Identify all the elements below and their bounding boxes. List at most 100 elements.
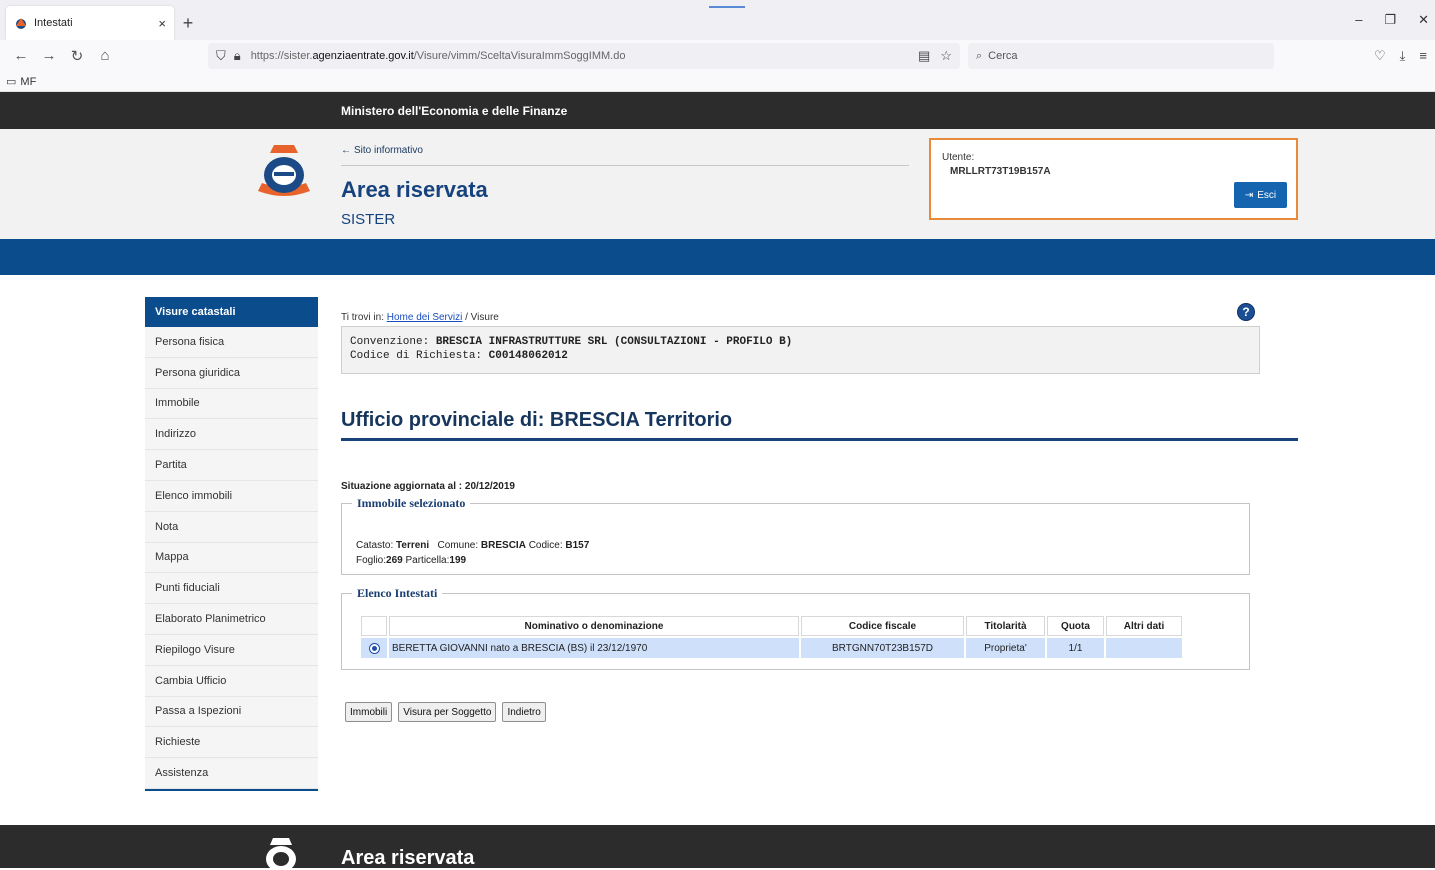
codice-richiesta-label: Codice di Richiesta: <box>350 350 483 362</box>
sidebar-item-passa-a-ispezioni[interactable]: Passa a Ispezioni <box>145 696 318 728</box>
immobile-legend: Immobile selezionato <box>352 496 471 511</box>
foglio-line: Foglio:269 Particella:199 <box>356 555 467 566</box>
url-domain: agenziaentrate.gov.it <box>312 50 414 62</box>
area-subtitle: SISTER <box>341 211 396 228</box>
site-footer: Area riservata <box>0 825 1435 869</box>
row-radio-button[interactable] <box>368 642 380 654</box>
column-header-altri-dati: Altri dati <box>1106 616 1182 636</box>
sidebar-item-partita[interactable]: Partita <box>145 450 318 481</box>
tab-close-icon[interactable]: × <box>158 16 166 31</box>
user-box: Utente: MRLLRT73T19B157A ⇥ Esci <box>929 138 1298 220</box>
sidebar-item-persona-giuridica[interactable]: Persona giuridica <box>145 357 318 389</box>
title-underline <box>341 438 1298 441</box>
url-bar[interactable]: ⛉ 🔒︎ https://sister. agenziaentrate.gov.i… <box>208 43 960 69</box>
blue-band <box>0 239 1435 275</box>
search-icon: ⌕ <box>976 49 983 62</box>
sidebar-item-assistenza[interactable]: Assistenza <box>145 758 318 789</box>
menu-icon[interactable]: ≡ <box>1419 48 1427 64</box>
agenzia-logo-icon <box>258 145 310 196</box>
site-header: ← Sito informativo Area riservata SISTER … <box>0 129 1435 239</box>
back-arrow-icon[interactable]: ← <box>8 47 34 65</box>
sidebar-item-indirizzo[interactable]: Indirizzo <box>145 419 318 451</box>
main-area: Visure catastali Persona fisica Persona … <box>0 275 1435 820</box>
folder-icon: ▭ <box>6 76 17 88</box>
immobile-selezionato-fieldset: Immobile selezionato Catasto: Terreni Co… <box>341 496 1250 575</box>
tab-title: Intestati <box>34 17 73 29</box>
sidebar-item-punti-fiduciali[interactable]: Punti fiduciali <box>145 573 318 605</box>
sidebar-item-richieste[interactable]: Richieste <box>145 727 318 759</box>
sidebar-item-immobile[interactable]: Immobile <box>145 388 318 420</box>
elenco-intestati-fieldset: Elenco Intestati Nominativo o denominazi… <box>341 586 1250 670</box>
visura-per-soggetto-button[interactable]: Visura per Soggetto <box>398 702 497 722</box>
logout-label: Esci <box>1257 189 1277 201</box>
search-bar[interactable]: ⌕ Cerca <box>968 43 1274 69</box>
situazione-text: Situazione aggiornata al : 20/12/2019 <box>341 481 515 492</box>
immobili-button[interactable]: Immobili <box>345 702 393 722</box>
column-header-codice-fiscale: Codice fiscale <box>801 616 964 636</box>
user-label: Utente: <box>942 152 975 163</box>
table-row[interactable]: BERETTA GIOVANNI nato a BRESCIA (BS) il … <box>361 638 1182 658</box>
catasto-line: Catasto: Terreni Comune: BRESCIA Codice:… <box>356 540 590 551</box>
column-header-nominativo: Nominativo o denominazione <box>389 616 799 636</box>
cell-altri-dati <box>1106 638 1182 658</box>
row-select-cell[interactable] <box>361 638 387 658</box>
cell-codice-fiscale: BRTGNN70T23B157D <box>801 638 964 658</box>
sidebar-item-elaborato-planimetrico[interactable]: Elaborato Planimetrico <box>145 604 318 635</box>
convenzione-value: BRESCIA INFRASTRUTTURE SRL (CONSULTAZION… <box>435 336 793 348</box>
browser-navbar: ← → ↻ ⌂ ⛉ 🔒︎ https://sister. agenziaentra… <box>0 40 1435 72</box>
codice-richiesta-value: C00148062012 <box>488 350 568 362</box>
window-controls: – ❐ ✕ <box>1355 12 1429 28</box>
sito-informativo-link[interactable]: ← Sito informativo <box>341 145 423 156</box>
breadcrumb-home-link[interactable]: Home dei Servizi <box>387 312 463 323</box>
lock-icon[interactable]: 🔒︎ <box>234 48 241 64</box>
intestati-table: Nominativo o denominazione Codice fiscal… <box>359 614 1184 660</box>
reload-icon[interactable]: ↻ <box>64 47 90 65</box>
breadcrumb-current: / Visure <box>465 312 499 323</box>
ministry-bar: Ministero dell'Economia e delle Finanze <box>0 92 1435 129</box>
restore-icon[interactable]: ❐ <box>1384 12 1396 28</box>
pocket-icon[interactable]: ♡ <box>1374 48 1386 64</box>
area-title: Area riservata <box>341 177 488 202</box>
forward-arrow-icon[interactable]: → <box>36 47 62 65</box>
table-header-row: Nominativo o denominazione Codice fiscal… <box>361 616 1182 636</box>
breadcrumb: Ti trovi in: Home dei Servizi / Visure <box>341 312 499 323</box>
footer-title: Area riservata <box>341 847 475 869</box>
logout-icon: ⇥ <box>1244 189 1254 201</box>
help-icon[interactable]: ? <box>1237 303 1255 321</box>
sidebar-header[interactable]: Visure catastali <box>145 297 318 327</box>
indietro-button[interactable]: Indietro <box>502 702 546 722</box>
intestati-legend: Elenco Intestati <box>352 586 443 601</box>
tab-indicator <box>709 6 745 8</box>
sidebar-item-nota[interactable]: Nota <box>145 511 318 543</box>
page-title: Ufficio provinciale di: BRESCIA Territor… <box>341 409 733 431</box>
home-icon[interactable]: ⌂ <box>92 47 118 65</box>
new-tab-button[interactable]: + <box>174 6 202 40</box>
bookmark-folder-mf[interactable]: MF <box>20 76 36 88</box>
search-placeholder: Cerca <box>988 50 1018 62</box>
sidebar-item-elenco-immobili[interactable]: Elenco immobili <box>145 480 318 512</box>
cell-titolarita: Proprieta' <box>966 638 1045 658</box>
sidebar-item-cambia-ufficio[interactable]: Cambia Ufficio <box>145 665 318 697</box>
close-window-icon[interactable]: ✕ <box>1418 12 1429 28</box>
bookmark-star-icon[interactable]: ☆ <box>940 48 952 64</box>
sidebar-item-mappa[interactable]: Mappa <box>145 542 318 574</box>
sidebar-item-persona-fisica[interactable]: Persona fisica <box>145 327 318 358</box>
shield-icon[interactable]: ⛉ <box>216 48 226 64</box>
codice-value: B157 <box>565 540 590 551</box>
convenzione-label: Convenzione: <box>350 336 430 348</box>
select-column-header <box>361 616 387 636</box>
sidebar-item-riepilogo-visure[interactable]: Riepilogo Visure <box>145 634 318 666</box>
minimize-icon[interactable]: – <box>1355 12 1362 28</box>
user-code: MRLLRT73T19B157A <box>950 166 1051 177</box>
column-header-quota: Quota <box>1047 616 1104 636</box>
agenzia-favicon-icon <box>16 18 26 29</box>
header-divider <box>341 165 909 166</box>
arrow-left-icon: ← <box>341 145 351 156</box>
reader-view-icon[interactable]: ▤ <box>918 48 930 64</box>
browser-tab[interactable]: Intestati × <box>6 6 174 40</box>
browser-tabbar: Intestati × + – ❐ ✕ <box>0 0 1435 40</box>
column-header-titolarita: Titolarità <box>966 616 1045 636</box>
logout-button[interactable]: ⇥ Esci <box>1234 182 1287 208</box>
url-path: /Visure/vimm/SceltaVisuraImmSoggIMM.do <box>413 50 626 62</box>
download-icon[interactable]: ⤓ <box>1400 48 1406 64</box>
